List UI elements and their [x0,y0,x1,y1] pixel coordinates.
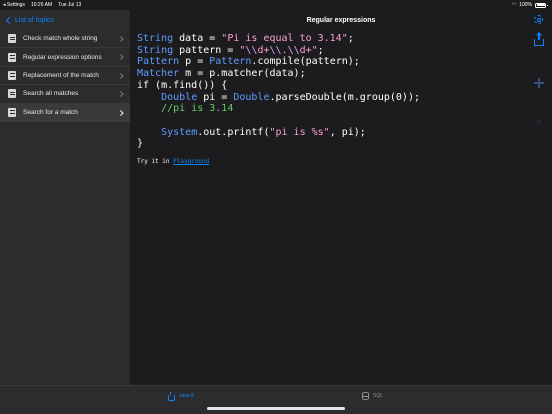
status-bar-left: ◂ Settings 10:26 AM Tue Jul 13 [3,2,81,8]
tab-java[interactable]: Java 8 [167,392,194,401]
code-token: String [137,44,174,56]
code-token: Pattern [137,56,180,68]
status-bar: ◂ Settings 10:26 AM Tue Jul 13 ◠ 100% [0,0,552,10]
code-line: Matcher m = p.matcher(data); [137,68,306,80]
tab-sql[interactable]: SQL [362,392,383,400]
code-viewer: String data = "Pi is equal to 3.14"; Str… [130,30,526,385]
topic-item-label: Check match whole string [23,35,98,43]
code-token: Double [233,91,270,103]
home-indicator[interactable] [207,407,345,410]
try-it-line: Try it in Playground [137,158,209,165]
document-icon [8,52,16,62]
chevron-right-icon [117,54,123,60]
code-token: \\ [245,44,258,56]
code-token: Double [161,91,198,103]
topic-item-check-match-whole-string[interactable]: Check match whole string [0,30,130,49]
star-icon[interactable]: ☆ [534,118,544,128]
document-icon [8,89,16,99]
topic-item-label: Regular expression options [23,53,102,61]
wifi-icon: ◠ [511,2,517,8]
battery-percent: 100% [519,2,532,8]
document-icon [8,107,16,117]
topic-item-label: Search all matches [23,90,79,98]
code-line: if (m.find()) { [137,79,228,91]
status-time: 10:26 AM [30,2,53,8]
code-block: String data = "Pi is equal to 3.14"; Str… [137,33,420,150]
database-icon [362,392,369,400]
status-bar-right: ◠ 100% [511,2,548,8]
document-icon [8,34,16,44]
code-token: "Pi is equal to 3.14" [221,33,348,44]
page-title: Regular expressions [306,16,376,24]
code-line: Pattern p = Pattern.compile(pattern); [137,56,360,68]
chevron-right-icon [117,109,123,115]
topic-item-regular-expression-options[interactable]: Regular expression options [0,48,130,67]
topic-item-label: Search for a match [23,108,78,116]
try-it-prefix: Try it in [137,158,170,165]
code-token: \\ [269,44,282,56]
code-line: //pi is 3.14 [137,103,233,114]
topic-item-search-for-a-match[interactable]: Search for a match [0,103,130,122]
code-line: String data = "Pi is equal to 3.14"; [137,33,354,44]
share-icon[interactable] [534,33,544,46]
code-token: d+" [299,44,318,56]
back-to-app-link[interactable]: ◂ Settings [3,2,25,8]
code-token: d+ [257,44,270,56]
settings-gear-icon[interactable] [534,15,543,24]
topic-item-search-all-matches[interactable]: Search all matches [0,85,130,104]
code-token: System [161,126,198,138]
playground-link[interactable]: Playground [173,158,209,165]
chevron-left-icon [5,16,14,24]
battery-icon [535,2,548,8]
code-line: Double pi = Double.parseDouble(m.group(0… [161,91,420,103]
back-button-label: List of topics [15,16,54,24]
sidebar: List of topics Check match whole string … [0,10,130,385]
code-line: String pattern = "\\d+\\.\\d+"; [137,44,324,56]
code-token: \\ [287,44,300,56]
right-toolbar: ☆ [526,30,552,385]
code-token: Pattern [209,56,252,68]
coffee-icon [167,392,175,401]
add-icon[interactable] [534,78,544,88]
code-token: Matcher [137,68,180,80]
chevron-right-icon [117,91,123,97]
code-comment: //pi is 3.14 [161,103,234,115]
status-date: Tue Jul 13 [58,2,82,8]
document-icon [8,70,16,80]
topic-item-replacement-of-the-match[interactable]: Replacement of the match [0,67,130,86]
code-line: } [137,138,144,150]
chevron-right-icon [117,72,123,78]
back-button[interactable]: List of topics [0,10,130,30]
topic-item-label: Replacement of the match [23,71,99,79]
tab-label: Java 8 [179,393,194,399]
chevron-right-icon [117,36,123,42]
tab-label: SQL [373,393,384,399]
code-token: String [137,33,174,44]
code-line: System.out.printf("pi is %s", pi); [161,126,366,138]
code-token: "pi is %s" [269,126,330,138]
topic-list: Check match whole string Regular express… [0,30,130,122]
